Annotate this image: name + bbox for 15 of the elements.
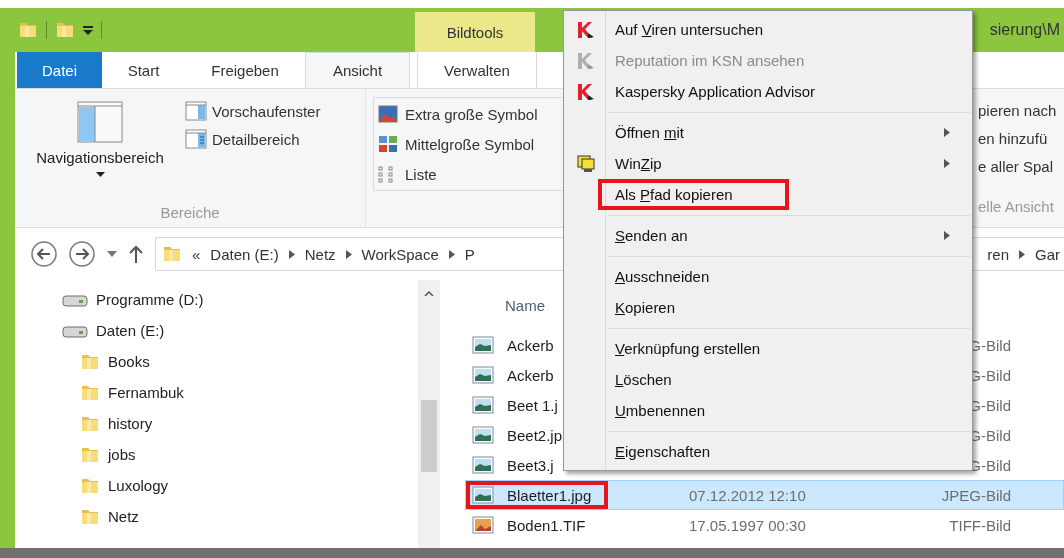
file-name: Blaetter1.jpg xyxy=(507,486,592,504)
contextual-tab-header: Bildtools xyxy=(415,12,535,52)
group-label: elle Ansicht xyxy=(978,198,1055,215)
file-name: Beet 1.j xyxy=(507,396,558,414)
file-name: Boden1.TIF xyxy=(507,516,586,534)
window-title: sierung\M xyxy=(989,21,1061,39)
file-type: JPEG-Bild xyxy=(940,486,1011,504)
file-name: Beet3.j xyxy=(507,456,554,474)
file-date: 17.05.1997 00:30 xyxy=(689,516,807,534)
group-label: Bereiche xyxy=(159,202,221,223)
file-name: Ackerb xyxy=(507,366,554,384)
file-type: TIFF-Bild xyxy=(948,516,1011,534)
file-name: Beet2.jp xyxy=(507,426,563,444)
file-date: 07.12.2012 12:10 xyxy=(689,486,807,504)
file-name: Ackerb xyxy=(507,336,554,354)
